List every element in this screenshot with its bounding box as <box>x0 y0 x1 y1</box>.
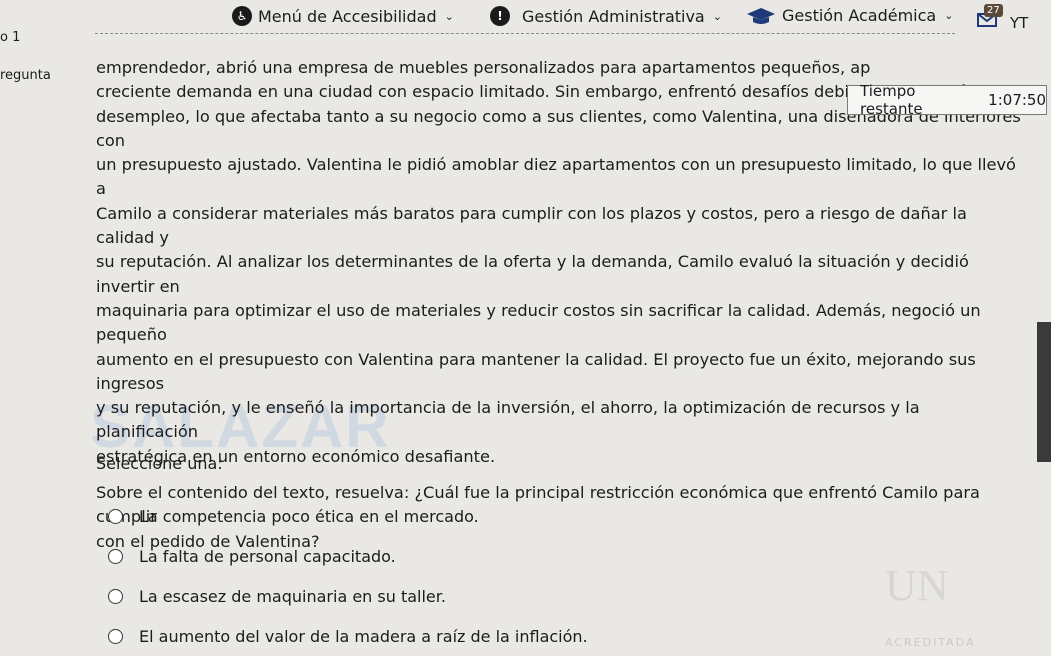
scrollbar-handle[interactable] <box>1037 322 1051 462</box>
select-one-label: Seleccione una: <box>96 454 223 473</box>
notification-badge: 27 <box>984 4 1003 17</box>
option-text: El aumento del valor de la madera a raíz… <box>139 626 588 646</box>
option-text: La falta de personal capacitado. <box>139 546 396 566</box>
time-remaining-box: Tiempo restante 1:07:50 <box>847 82 1047 118</box>
top-navigation-bar: ♿ Menú de Accesibilidad ⌄ ! Gestión Admi… <box>0 0 1051 52</box>
question-number: o 1 <box>0 30 21 45</box>
graduation-cap-icon <box>747 7 775 24</box>
admin-menu[interactable]: ! Gestión Administrativa ⌄ <box>490 6 722 26</box>
university-logo: UN <box>885 561 949 610</box>
accreditation-text: ACREDITADA <box>885 636 976 649</box>
chevron-down-icon: ⌄ <box>712 9 722 23</box>
passage-line: Camilo a considerar materiales más barat… <box>96 203 967 248</box>
passage-line: y su reputación, y le enseñó la importan… <box>96 398 920 442</box>
passage-line: aumento en el presupuesto con Valentina … <box>96 349 976 393</box>
radio-button[interactable] <box>108 548 123 564</box>
radio-button[interactable] <box>108 588 123 604</box>
passage-line: un presupuesto ajustado. Valentina le pi… <box>96 155 1016 199</box>
answer-options: La competencia poco ética en el mercado.… <box>108 496 588 656</box>
timer-value: 1:07:50 <box>988 91 1046 109</box>
answer-option-a[interactable]: La competencia poco ética en el mercado. <box>108 496 588 536</box>
passage-line: emprendedor, abrió una empresa de mueble… <box>96 58 871 77</box>
admin-menu-label: Gestión Administrativa <box>522 6 705 26</box>
accessibility-menu-label: Menú de Accesibilidad <box>258 6 437 26</box>
divider <box>95 33 955 34</box>
notifications-button[interactable]: 27 <box>976 4 1003 30</box>
option-text: La competencia poco ética en el mercado. <box>139 506 479 526</box>
option-text: La escasez de maquinaria en su taller. <box>139 586 446 606</box>
user-avatar[interactable]: YT <box>1010 14 1028 32</box>
answer-option-d[interactable]: El aumento del valor de la madera a raíz… <box>108 616 588 656</box>
question-side-label: regunta <box>0 68 51 83</box>
accessibility-menu[interactable]: ♿ Menú de Accesibilidad ⌄ <box>232 6 454 26</box>
passage-line: su reputación. Al analizar los determina… <box>96 252 969 296</box>
timer-label: Tiempo restante <box>860 82 923 118</box>
chevron-down-icon: ⌄ <box>944 9 954 22</box>
chevron-down-icon: ⌄ <box>444 9 454 23</box>
answer-option-c[interactable]: La escasez de maquinaria en su taller. <box>108 576 588 616</box>
radio-button[interactable] <box>108 508 123 524</box>
passage-line: maquinaria para optimizar el uso de mate… <box>96 300 981 345</box>
passage-line: estratégica en un entorno económico desa… <box>96 446 496 466</box>
academic-menu[interactable]: Gestión Académica ⌄ <box>746 6 953 25</box>
radio-button[interactable] <box>108 628 123 644</box>
accessibility-icon: ♿ <box>232 6 252 26</box>
academic-menu-label: Gestión Académica <box>782 6 937 25</box>
question-text: emprendedor, abrió una empresa de mueble… <box>96 56 1026 554</box>
answer-option-b[interactable]: La falta de personal capacitado. <box>108 536 588 576</box>
alert-icon: ! <box>490 6 510 26</box>
